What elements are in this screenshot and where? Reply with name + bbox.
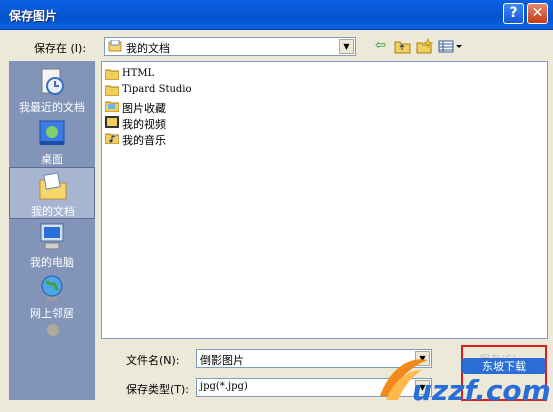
desktop-icon xyxy=(39,120,65,145)
places-bar: 我最近的文档 桌面 我的文档 我的电脑 网上邻居 xyxy=(9,61,95,400)
network-places-icon xyxy=(41,275,63,301)
my-documents-icon xyxy=(108,40,122,52)
watermark-text: uzzf.com xyxy=(412,374,550,407)
file-list[interactable]: HTML Tipard Studio 图片收藏 我的视频 我的音乐 xyxy=(101,61,548,339)
file-name: Tipard Studio xyxy=(122,84,192,95)
place-recent-documents[interactable]: 我最近的文档 xyxy=(9,64,95,116)
filename-value: 倒影图片 xyxy=(200,354,244,367)
uzzf-watermark-logo: 东坡下载 uzzf.com xyxy=(380,358,550,407)
filetype-value: jpg(*.jpg) xyxy=(200,381,248,392)
filetype-label: 保存类型(T): xyxy=(126,383,190,396)
window-title: 保存图片 xyxy=(9,9,58,23)
title-bar[interactable]: 保存图片 ? ✕ xyxy=(0,0,553,30)
pictures-folder-icon xyxy=(105,101,119,112)
save-in-combo[interactable]: 我的文档 ▼ xyxy=(104,37,356,56)
my-documents-icon xyxy=(39,172,67,200)
chevron-down-icon[interactable]: ▼ xyxy=(339,39,354,54)
help-button[interactable]: ? xyxy=(503,3,524,24)
place-label: 桌面 xyxy=(41,153,63,166)
up-folder-icon[interactable] xyxy=(394,38,411,54)
folder-icon xyxy=(105,85,119,96)
views-menu-icon[interactable] xyxy=(438,38,464,54)
filename-label: 文件名(N): xyxy=(126,354,180,367)
place-label: 我的电脑 xyxy=(30,256,74,269)
save-in-value: 我的文档 xyxy=(126,42,170,55)
videos-folder-icon xyxy=(105,116,119,128)
place-my-documents[interactable]: 我的文档 xyxy=(9,167,95,219)
close-button[interactable]: ✕ xyxy=(527,3,548,24)
watermark-banner: 东坡下载 xyxy=(482,360,526,373)
place-my-computer[interactable]: 我的电脑 xyxy=(9,219,95,271)
help-icon: ? xyxy=(509,5,518,21)
back-icon[interactable]: ⇦ xyxy=(372,38,389,54)
close-icon: ✕ xyxy=(531,5,544,21)
save-in-label: 保存在 (I): xyxy=(34,42,87,55)
place-label: 我最近的文档 xyxy=(19,101,85,114)
place-desktop[interactable]: 桌面 xyxy=(9,116,95,168)
place-label: 我的文档 xyxy=(31,205,75,218)
music-folder-icon xyxy=(105,133,119,144)
file-name: 我的音乐 xyxy=(122,134,166,147)
save-image-dialog: 保存图片 ? ✕ 保存在 (I): 我的文档 ▼ ⇦ 我最近的文档 桌面 我的文… xyxy=(0,0,553,412)
folder-icon xyxy=(105,69,119,80)
recent-documents-icon xyxy=(41,68,64,95)
file-name: HTML xyxy=(122,68,155,79)
faded-placeholder-icon xyxy=(47,324,59,336)
place-network-places[interactable]: 网上邻居 xyxy=(9,270,95,322)
my-computer-icon xyxy=(40,223,64,250)
file-name: 我的视频 xyxy=(122,118,166,131)
new-folder-icon[interactable] xyxy=(416,38,433,54)
place-label: 网上邻居 xyxy=(30,307,74,320)
file-name: 图片收藏 xyxy=(122,102,166,115)
